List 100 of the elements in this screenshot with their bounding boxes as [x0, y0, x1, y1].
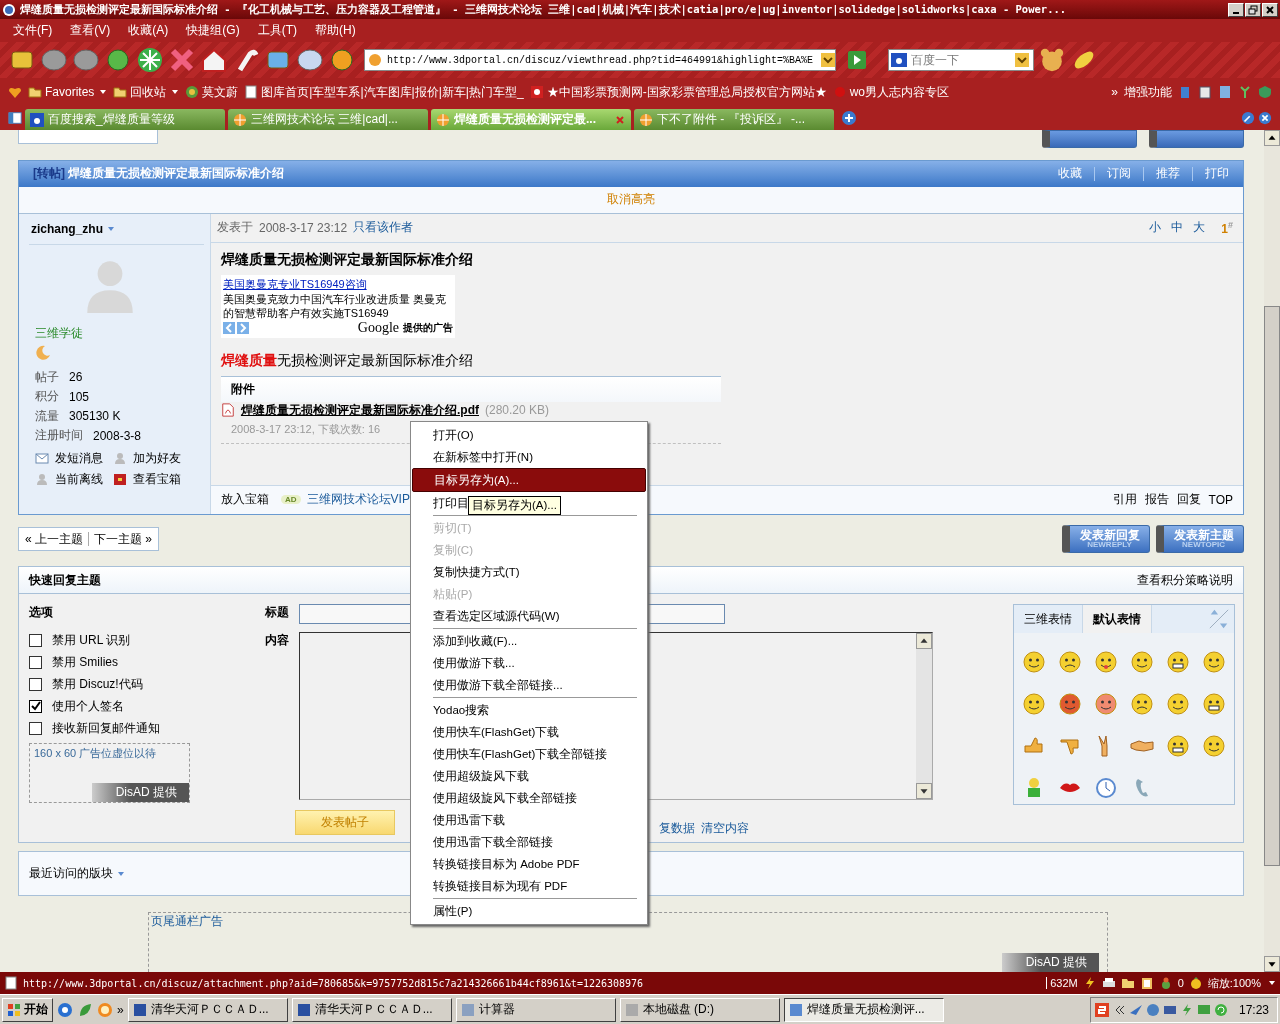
checkbox[interactable] — [29, 655, 42, 669]
context-menu-item[interactable]: 使用快车(FlashGet)下载全部链接 — [433, 743, 608, 765]
heart-icon[interactable] — [8, 85, 22, 99]
grin-face-icon[interactable] — [1166, 650, 1190, 675]
caret-icon[interactable] — [1268, 979, 1276, 987]
search-field[interactable]: 百度一下 — [888, 49, 1034, 71]
new-tab-icon[interactable] — [841, 110, 857, 126]
scrollbar[interactable] — [916, 633, 932, 800]
bookmark-link[interactable]: 回收站 — [113, 83, 180, 101]
username-link[interactable]: zichang_zhu — [31, 221, 103, 236]
checkbox[interactable] — [29, 677, 42, 691]
user-action-link[interactable]: 当前离线 — [35, 470, 113, 488]
antivirus-icon[interactable] — [1094, 1002, 1109, 1017]
smiley-tab[interactable]: 默认表情 — [1082, 605, 1152, 634]
scroll-up-icon[interactable] — [1264, 130, 1280, 146]
context-menu-item[interactable]: 使用迅雷下载 — [433, 809, 505, 831]
context-menu-item[interactable]: 使用傲游下载... — [433, 652, 515, 674]
menu-item[interactable]: 收藏(A) — [119, 22, 178, 39]
bookmark-link[interactable]: ★中国彩票预测网-国家彩票管理总局授权官方网站★ — [529, 83, 827, 101]
search-input[interactable]: 百度一下 — [907, 53, 1015, 67]
context-menu-item[interactable]: 使用超级旋风下载全部链接 — [433, 787, 577, 809]
menu-item[interactable]: 文件(F) — [4, 22, 62, 39]
context-menu-item[interactable]: 添加到收藏(F)... — [433, 630, 518, 652]
context-menu-item[interactable]: Yodao搜索 — [433, 699, 490, 721]
zoom-icon[interactable] — [1188, 976, 1203, 990]
post-footer-link[interactable]: 引用 — [1112, 491, 1137, 509]
clipboard-icon[interactable] — [1139, 976, 1154, 990]
context-menu-item[interactable]: 在新标签中打开(N) — [433, 446, 533, 468]
menu-item[interactable]: 快捷组(G) — [177, 22, 249, 39]
author-only-link[interactable]: 只看该作者 — [353, 219, 414, 237]
font-size-link[interactable]: 小 — [1149, 219, 1162, 237]
more-link[interactable]: » — [1111, 85, 1118, 99]
bookmark-link[interactable]: 莫文蔚 — [185, 83, 239, 101]
home-icon[interactable] — [200, 46, 228, 74]
bookmark-link[interactable]: wo男人志内容专区 — [832, 83, 949, 101]
form-link[interactable]: 清空内容 — [701, 820, 749, 838]
clock-icon[interactable] — [1094, 776, 1118, 801]
scroll-up-icon[interactable] — [916, 633, 932, 650]
context-menu-item[interactable]: 打开(O) — [433, 424, 474, 446]
tongue-face-icon[interactable] — [1094, 650, 1118, 675]
scroll-down-icon[interactable] — [916, 783, 932, 800]
smiley-icon[interactable] — [1202, 734, 1226, 759]
menu-item[interactable]: 工具(T) — [248, 22, 306, 39]
new-reply-button[interactable] — [1042, 130, 1137, 148]
context-menu-item[interactable]: 属性(P) — [433, 900, 473, 922]
context-menu-item[interactable]: 复制快捷方式(T) — [433, 561, 520, 583]
context-menu-item[interactable]: 使用傲游下载全部链接... — [433, 674, 563, 696]
close-tab-icon[interactable] — [614, 113, 626, 126]
taskbar-button[interactable]: 计算器 — [455, 997, 616, 1022]
cloud-icon[interactable] — [40, 46, 68, 74]
more-quicklaunch[interactable]: » — [117, 1002, 124, 1017]
context-menu-item[interactable]: 打印目 — [433, 492, 469, 514]
dropdown-icon[interactable] — [1015, 52, 1029, 68]
attachment-link[interactable]: 焊缝质量无损检测评定最新国际标准介绍.pdf — [241, 401, 479, 419]
snowflake-icon[interactable] — [136, 46, 164, 74]
go-icon[interactable] — [848, 51, 866, 69]
scroll-down-icon[interactable] — [1264, 956, 1280, 972]
smiley-icon[interactable] — [1130, 650, 1154, 675]
restore-button[interactable] — [1245, 2, 1261, 17]
post-footer-link[interactable]: 报告 — [1144, 491, 1169, 509]
paw-icon[interactable] — [891, 53, 907, 67]
plant-icon[interactable] — [1238, 85, 1252, 99]
folder-icon[interactable] — [1120, 976, 1135, 990]
treasure-link[interactable]: 放入宝箱 — [221, 491, 269, 509]
grin-face-icon[interactable] — [1166, 734, 1190, 759]
context-menu-item[interactable]: 查看选定区域源代码(W) — [433, 605, 560, 627]
dropdown-icon[interactable] — [821, 52, 835, 68]
close-button[interactable] — [1262, 2, 1278, 17]
zoom-level[interactable]: 缩放:100% — [1207, 975, 1261, 991]
new-topic-button[interactable] — [1149, 130, 1244, 148]
scrollbar[interactable] — [1264, 130, 1280, 972]
checkbox[interactable] — [29, 633, 42, 647]
context-menu-item[interactable]: 使用快车(FlashGet)下载 — [433, 721, 560, 743]
checkbox[interactable] — [29, 721, 42, 735]
context-menu-item[interactable]: 使用迅雷下载全部链接 — [433, 831, 553, 853]
taskbar-button[interactable]: 焊缝质量无损检测评... — [783, 997, 944, 1022]
context-menu-item[interactable]: 使用超级旋风下载 — [433, 765, 529, 787]
wrench-icon[interactable] — [1241, 111, 1255, 125]
sidebar-icon[interactable] — [8, 111, 22, 125]
bear-icon[interactable] — [1038, 46, 1066, 74]
user-action-link[interactable]: 发短消息 — [35, 449, 113, 467]
policy-link[interactable]: 查看积分策略说明 — [1137, 571, 1233, 589]
taskbar-button[interactable]: 清华天河ＰＣＣＡＤ... — [127, 997, 288, 1022]
wink-face-icon[interactable] — [1202, 650, 1226, 675]
address-field[interactable]: http://www.3dportal.cn/discuz/viewthread.php?tid=464991&highlight=%BA%E — [364, 49, 836, 71]
smiley-icon[interactable] — [1166, 692, 1190, 717]
shocked-face-icon[interactable] — [1094, 692, 1118, 717]
close-all-icon[interactable] — [1258, 111, 1272, 125]
font-size-link[interactable]: 大 — [1193, 219, 1206, 237]
fruit-icon[interactable] — [328, 46, 356, 74]
font-size-link[interactable]: 中 — [1171, 219, 1184, 237]
cloud-icon[interactable] — [72, 46, 100, 74]
menu-item[interactable]: 查看(V) — [61, 22, 120, 39]
start-button[interactable]: 开始 — [2, 997, 53, 1022]
user-action-link[interactable]: 查看宝箱 — [113, 470, 203, 488]
checkbox[interactable] — [29, 699, 42, 713]
taskbar-button[interactable]: 清华天河ＰＣＣＡＤ... — [291, 997, 452, 1022]
grin-face-icon[interactable] — [1202, 692, 1226, 717]
minimize-button[interactable] — [1228, 2, 1244, 17]
browser-icon[interactable] — [1145, 1002, 1160, 1017]
